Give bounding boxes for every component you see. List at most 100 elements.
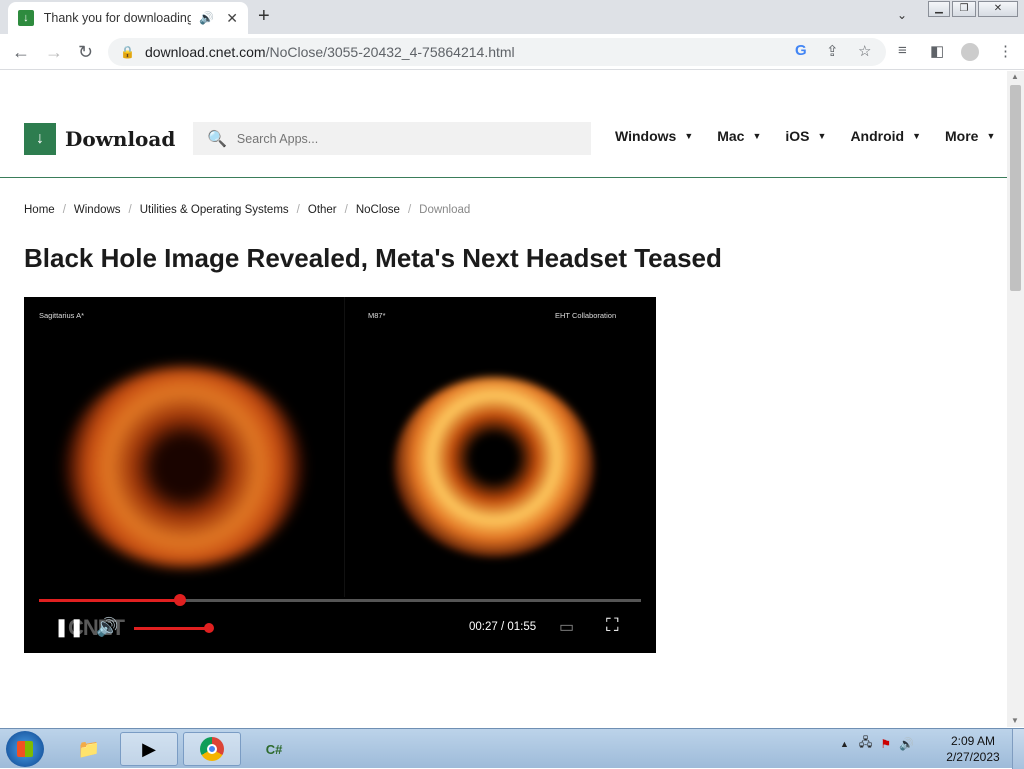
action-center-icon[interactable]: ⚑ xyxy=(880,737,891,751)
restore-button[interactable]: ❐ xyxy=(952,1,976,17)
caret-down-icon: ▼ xyxy=(684,131,694,141)
breadcrumb-home[interactable]: Home xyxy=(24,204,55,216)
sagittarius-black-hole-image xyxy=(64,367,304,567)
pause-icon[interactable]: ❚❚ xyxy=(54,617,84,638)
nav-windows[interactable]: Windows ▼ xyxy=(615,128,693,144)
share-icon[interactable]: ⇪ xyxy=(826,42,839,60)
start-button[interactable] xyxy=(6,731,44,767)
media-control-icon[interactable]: ≡ xyxy=(898,42,907,59)
breadcrumb-windows[interactable]: Windows xyxy=(74,204,121,216)
url-text[interactable]: download.cnet.com/NoClose/3055-20432_4-7… xyxy=(145,44,515,60)
media-player-icon[interactable]: ▶ xyxy=(120,732,178,766)
download-logo[interactable]: ↓ Download xyxy=(24,123,175,155)
caret-down-icon: ▼ xyxy=(912,131,922,141)
progress-fill[interactable] xyxy=(39,599,181,602)
chrome-icon[interactable] xyxy=(183,732,241,766)
download-logo-icon: ↓ xyxy=(24,123,56,155)
menu-kebab-icon[interactable]: ⋮ xyxy=(998,42,1013,60)
breadcrumb-separator: / xyxy=(344,204,348,216)
url-host: download.cnet.com xyxy=(144,44,266,60)
main-nav: Windows ▼ Mac ▼ iOS ▼ Android ▼ More ▼ xyxy=(615,128,1019,144)
breadcrumb-other[interactable]: Other xyxy=(308,204,337,216)
show-desktop-button[interactable] xyxy=(1012,729,1024,769)
search-input[interactable] xyxy=(236,131,557,146)
system-tray: ▲ 🖧 ⚑ 🔊 xyxy=(840,733,914,754)
file-explorer-icon[interactable]: 📁 xyxy=(60,732,118,766)
bookmark-star-icon[interactable]: ☆ xyxy=(858,42,871,60)
caret-down-icon: ▼ xyxy=(817,131,827,141)
breadcrumb-noclose[interactable]: NoClose xyxy=(356,204,400,216)
network-icon[interactable]: 🖧 xyxy=(859,733,872,754)
windows-logo-icon xyxy=(17,741,33,757)
chrome-logo xyxy=(200,737,224,761)
caret-down-icon: ▼ xyxy=(752,131,762,141)
download-favicon-icon: ↓ xyxy=(18,10,34,26)
duration: 01:55 xyxy=(507,621,537,633)
tab-strip: ↓ Thank you for downloading 🔊 ✕ + ⌄ ▁ ❐ … xyxy=(0,0,1024,34)
address-bar[interactable]: 🔒 download.cnet.com/NoClose/3055-20432_4… xyxy=(108,38,886,66)
breadcrumb-download: Download xyxy=(419,204,471,216)
page-scrollbar[interactable]: ▲ ▼ xyxy=(1007,71,1024,727)
nav-mac-label: Mac xyxy=(717,128,745,144)
volume-icon[interactable]: 🔊 xyxy=(96,617,118,638)
close-window-button[interactable]: ✕ xyxy=(978,1,1018,17)
browser-toolbar: ← → ↻ 🔒 download.cnet.com/NoClose/3055-2… xyxy=(0,34,1024,70)
breadcrumb: Home / Windows / Utilities & Operating Sys… xyxy=(24,204,470,216)
show-hidden-icons-icon[interactable]: ▲ xyxy=(840,739,849,749)
search-icon[interactable]: 🔍 xyxy=(207,129,227,149)
captions-icon[interactable]: ▭ xyxy=(559,617,574,637)
fullscreen-icon[interactable]: ⛶ xyxy=(606,615,619,636)
breadcrumb-separator: / xyxy=(296,204,300,216)
minimize-button[interactable]: ▁ xyxy=(928,1,950,17)
scroll-down-arrow-icon[interactable]: ▼ xyxy=(1011,716,1019,725)
back-arrow-icon[interactable]: ← xyxy=(12,42,30,63)
google-lens-icon[interactable]: G xyxy=(795,42,807,59)
breadcrumb-separator: / xyxy=(62,204,66,216)
nav-ios-label: iOS xyxy=(785,128,810,144)
chrome-logo-center xyxy=(207,744,217,754)
nav-mac[interactable]: Mac ▼ xyxy=(717,128,761,144)
nav-ios[interactable]: iOS ▼ xyxy=(785,128,826,144)
caption-right: EHT Collaboration xyxy=(555,311,617,320)
current-time: 00:27 xyxy=(469,621,498,633)
nav-android[interactable]: Android ▼ xyxy=(850,128,921,144)
image-divider xyxy=(344,297,345,597)
tab-close-icon[interactable]: ✕ xyxy=(226,10,238,27)
browser-tab[interactable]: ↓ Thank you for downloading 🔊 ✕ xyxy=(8,2,248,34)
caption-left: Sagittarius A* xyxy=(39,311,85,320)
breadcrumb-utilities[interactable]: Utilities & Operating Systems xyxy=(140,204,289,216)
scrollbar-thumb[interactable] xyxy=(1010,85,1021,291)
new-tab-button[interactable]: + xyxy=(258,5,270,28)
progress-scrubber[interactable] xyxy=(174,594,187,606)
side-panel-icon[interactable]: ◧ xyxy=(930,42,944,60)
caption-mid: M87* xyxy=(368,311,386,320)
clock-date: 2/27/2023 xyxy=(946,750,1000,764)
lock-icon[interactable]: 🔒 xyxy=(120,45,135,59)
nav-more[interactable]: More ▼ xyxy=(945,128,995,144)
profile-avatar-icon[interactable] xyxy=(961,43,979,61)
tab-title: Thank you for downloading xyxy=(43,11,192,25)
reload-icon[interactable]: ↻ xyxy=(78,42,93,63)
volume-slider-knob[interactable] xyxy=(204,623,214,633)
logo-text: Download xyxy=(65,127,176,151)
breadcrumb-separator: / xyxy=(128,204,132,216)
csharp-app-icon[interactable]: C# xyxy=(245,732,303,766)
windows-taskbar: 📁 ▶ C# ▲ 🖧 ⚑ 🔊 2:09 AM 2/27/2023 xyxy=(0,728,1024,769)
url-path: /NoClose/3055-20432_4-75864214.html xyxy=(265,44,515,60)
tab-search-chevron-icon[interactable]: ⌄ xyxy=(897,8,907,22)
nav-more-label: More xyxy=(945,128,979,144)
m87-black-hole-image xyxy=(394,377,594,557)
scroll-up-arrow-icon[interactable]: ▲ xyxy=(1011,72,1019,81)
forward-arrow-icon[interactable]: → xyxy=(45,42,63,63)
video-player[interactable]: Sagittarius A* M87* EHT Collaboration CN… xyxy=(24,297,656,653)
caret-down-icon: ▼ xyxy=(986,131,996,141)
search-box[interactable]: 🔍 xyxy=(193,122,591,155)
audio-playing-icon[interactable]: 🔊 xyxy=(199,11,214,25)
nav-windows-label: Windows xyxy=(615,128,677,144)
nav-android-label: Android xyxy=(850,128,905,144)
clock-time: 2:09 AM xyxy=(950,734,996,748)
volume-slider-track[interactable] xyxy=(134,627,209,630)
speaker-icon[interactable]: 🔊 xyxy=(899,737,914,751)
time-display: 00:27 / 01:55 xyxy=(469,621,537,633)
clock[interactable]: 2:09 AM 2/27/2023 xyxy=(942,733,1004,765)
